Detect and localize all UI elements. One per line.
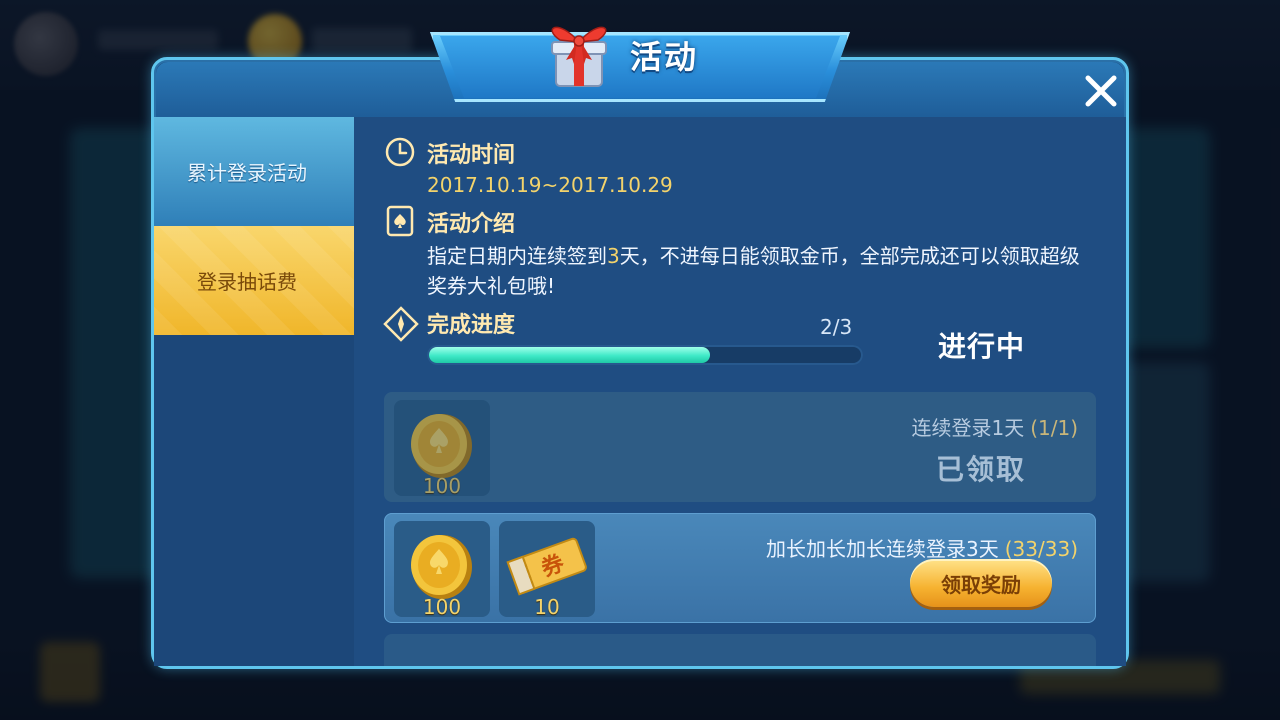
reward-amount: 10 — [534, 595, 560, 617]
activity-intro-text: 指定日期内连续签到3天，不进每日能领取金币，全部完成还可以领取超级奖券大礼包哦! — [427, 244, 1080, 298]
intro-days-highlight: 3 — [607, 244, 620, 268]
activity-intro-label: 活动介绍 — [427, 212, 516, 237]
progress-count: 2/3 — [820, 315, 853, 339]
reward-progress-count: (1/1) — [1030, 416, 1078, 440]
reward-row — [384, 634, 1096, 666]
claimed-label: 已领取 — [935, 453, 1026, 486]
spade-card-icon — [386, 205, 414, 237]
activity-time-value: 2017.10.19~2017.10.29 — [427, 173, 673, 197]
progress-label: 完成进度 — [427, 313, 516, 338]
reward-title: 连续登录1天 (1/1) — [911, 416, 1078, 440]
claim-reward-button[interactable]: 领取奖励 — [910, 559, 1052, 607]
clock-icon — [385, 137, 415, 167]
activity-time-label: 活动时间 — [427, 143, 516, 168]
activity-sidebar: 累计登录活动 登录抽话费 — [154, 117, 354, 666]
reward-item: 券 10 — [499, 521, 595, 617]
dialog-title: 活动 — [630, 38, 699, 76]
coin-icon — [411, 535, 472, 599]
reward-amount: 100 — [422, 595, 462, 617]
sidebar-item-cumulative-login[interactable]: 累计登录活动 — [154, 117, 354, 226]
sidebar-item-label: 登录抽话费 — [197, 270, 297, 294]
activity-detail-panel: 活动时间 2017.10.19~2017.10.29 活动介绍 指定日期内连续签… — [354, 117, 1126, 666]
activity-status: 进行中 — [938, 330, 1026, 363]
sidebar-item-login-lottery[interactable]: 登录抽话费 — [154, 226, 354, 335]
reward-title: 加长加长加长连续登录3天 (33/33) — [766, 537, 1078, 561]
gift-icon — [551, 26, 607, 87]
close-icon[interactable] — [1080, 70, 1122, 112]
reward-progress-count: (33/33) — [1004, 537, 1078, 561]
progress-bar-fill — [429, 347, 710, 363]
diamond-icon — [383, 306, 419, 342]
reward-row: 100 连续登录1天 (1/1) 已领取 — [384, 392, 1096, 502]
ticket-icon: 券 — [506, 537, 587, 596]
reward-item: 100 — [394, 521, 490, 617]
sidebar-item-label: 累计登录活动 — [187, 161, 307, 185]
reward-row: 100 券 10 加长加长加长连续登录3天 (33/33) 领取奖励 — [384, 513, 1096, 623]
progress-bar — [427, 345, 863, 365]
